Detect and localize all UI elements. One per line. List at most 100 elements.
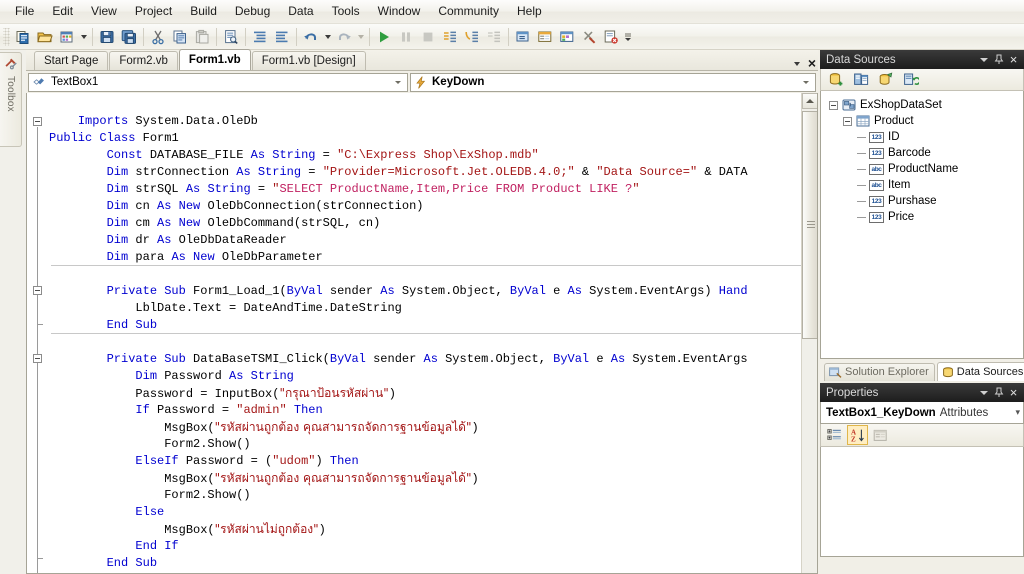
data-sources-tree[interactable]: ExShopDataSet Product 123 ID	[820, 91, 1024, 359]
pause-icon[interactable]	[395, 26, 417, 48]
tab-list-dropdown-icon[interactable]	[794, 57, 800, 69]
expand-collapse-dataset-icon[interactable]	[829, 101, 838, 110]
solution-explorer-icon[interactable]	[512, 26, 534, 48]
dock-tab-data-sources[interactable]: Data Sources	[937, 362, 1024, 381]
toolbar-separator	[92, 28, 93, 46]
code-text-area[interactable]: Imports System.Data.OleDbPublic Class Fo…	[49, 93, 801, 573]
scroll-up-arrow-icon[interactable]	[802, 93, 818, 109]
new-project-icon[interactable]	[12, 26, 34, 48]
data-sources-icon	[942, 367, 954, 378]
undo-icon[interactable]	[300, 26, 322, 48]
expand-collapse-table-icon[interactable]	[843, 117, 852, 126]
document-tab-controls: ×	[794, 57, 816, 69]
object-browser-icon[interactable]	[578, 26, 600, 48]
panel-dropdown-icon[interactable]	[976, 385, 991, 400]
add-new-data-source-icon[interactable]	[825, 69, 847, 91]
menu-item-view[interactable]: View	[82, 1, 126, 22]
fold-toggle-database-click[interactable]	[33, 354, 42, 363]
menu-item-tools[interactable]: Tools	[323, 1, 369, 22]
toolbox-window-icon[interactable]	[556, 26, 578, 48]
add-new-item-dropdown-icon[interactable]	[78, 26, 89, 48]
comment-block-icon[interactable]	[249, 26, 271, 48]
close-icon[interactable]: ×	[1006, 52, 1021, 67]
stop-icon[interactable]	[417, 26, 439, 48]
properties-object-combo[interactable]: TextBox1_KeyDown Attributes ▾	[820, 402, 1024, 424]
paste-icon[interactable]	[191, 26, 213, 48]
property-pages-icon[interactable]	[870, 425, 891, 445]
menu-item-project[interactable]: Project	[126, 1, 181, 22]
categorized-icon[interactable]	[824, 425, 845, 445]
tree-node-column[interactable]: abc Item	[825, 177, 1019, 193]
close-icon[interactable]: ×	[1006, 385, 1021, 400]
chevron-down-icon[interactable]: ▾	[1015, 407, 1020, 418]
find-in-files-icon[interactable]	[220, 26, 242, 48]
undo-dropdown-icon[interactable]	[322, 26, 333, 48]
control-object-icon	[33, 76, 47, 88]
configure-dataset-icon[interactable]	[850, 69, 872, 91]
properties-window-icon[interactable]	[534, 26, 556, 48]
pin-icon[interactable]	[991, 385, 1006, 400]
step-over-icon[interactable]	[461, 26, 483, 48]
scrollbar-thumb[interactable]	[802, 111, 818, 339]
event-lightning-icon	[415, 76, 427, 89]
menu-item-window[interactable]: Window	[369, 1, 430, 22]
fold-margin[interactable]	[27, 93, 49, 573]
code-line: MsgBox("รหัสผ่านไม่ถูกต้อง")	[49, 521, 748, 538]
cut-icon[interactable]	[147, 26, 169, 48]
step-out-icon[interactable]	[483, 26, 505, 48]
start-debugging-icon[interactable]	[373, 26, 395, 48]
menu-item-edit[interactable]: Edit	[43, 1, 82, 22]
tree-node-dataset[interactable]: ExShopDataSet	[825, 97, 1019, 113]
code-line: MsgBox("รหัสผ่านถูกต้อง คุณสามารถจัดการฐ…	[49, 470, 748, 487]
tree-connector	[857, 137, 866, 138]
save-icon[interactable]	[96, 26, 118, 48]
menu-item-debug[interactable]: Debug	[226, 1, 279, 22]
menu-item-file[interactable]: File	[6, 1, 43, 22]
member-combo-box[interactable]: KeyDown	[410, 73, 816, 92]
close-document-icon[interactable]: ×	[808, 57, 816, 69]
tree-node-column[interactable]: 123 Purshase	[825, 193, 1019, 209]
document-tab-form1-design[interactable]: Form1.vb [Design]	[252, 51, 366, 70]
fold-toggle-class[interactable]	[33, 117, 42, 126]
tree-node-column[interactable]: 123 Price	[825, 209, 1019, 225]
document-tab-form2-vb[interactable]: Form2.vb	[109, 51, 178, 70]
numeric-type-icon: 123	[869, 195, 884, 208]
object-combo-box[interactable]: TextBox1	[28, 73, 408, 92]
toolbox-tab[interactable]: Toolbox	[0, 52, 22, 147]
properties-grid[interactable]	[820, 447, 1024, 557]
save-all-icon[interactable]	[118, 26, 140, 48]
toolbar-overflow-icon[interactable]	[622, 26, 633, 48]
toolbar-grip[interactable]	[3, 28, 10, 46]
document-tab-form1-vb[interactable]: Form1.vb	[179, 49, 251, 70]
document-tab-start-page[interactable]: Start Page	[34, 51, 108, 70]
toolbar-separator	[296, 28, 297, 46]
dock-tab-solution-explorer[interactable]: Solution Explorer	[824, 363, 935, 381]
alphabetical-icon[interactable]: A Z	[847, 425, 868, 445]
menu-item-help[interactable]: Help	[508, 1, 551, 22]
tree-node-column[interactable]: abc ProductName	[825, 161, 1019, 177]
step-into-icon[interactable]	[439, 26, 461, 48]
tree-node-column[interactable]: 123 Barcode	[825, 145, 1019, 161]
redo-dropdown-icon[interactable]	[355, 26, 366, 48]
tree-node-table[interactable]: Product	[825, 113, 1019, 129]
redo-icon[interactable]	[333, 26, 355, 48]
object-combo-arrow-icon[interactable]	[391, 74, 405, 91]
menu-item-community[interactable]: Community	[429, 1, 508, 22]
menu-item-build[interactable]: Build	[181, 1, 226, 22]
copy-icon[interactable]	[169, 26, 191, 48]
error-list-icon[interactable]	[600, 26, 622, 48]
code-line: ElseIf Password = ("udom") Then	[49, 453, 748, 470]
add-new-item-icon[interactable]	[56, 26, 78, 48]
refresh-icon[interactable]	[900, 69, 922, 91]
editor-vertical-scrollbar[interactable]	[801, 93, 817, 573]
menu-item-data[interactable]: Data	[279, 1, 322, 22]
edit-dataset-icon[interactable]	[875, 69, 897, 91]
tree-node-column[interactable]: 123 ID	[825, 129, 1019, 145]
panel-dropdown-icon[interactable]	[976, 52, 991, 67]
member-combo-arrow-icon[interactable]	[799, 74, 813, 91]
open-file-icon[interactable]	[34, 26, 56, 48]
pin-icon[interactable]	[991, 52, 1006, 67]
code-editor[interactable]: Imports System.Data.OleDbPublic Class Fo…	[26, 93, 818, 574]
uncomment-block-icon[interactable]	[271, 26, 293, 48]
fold-toggle-form1-load[interactable]	[33, 286, 42, 295]
